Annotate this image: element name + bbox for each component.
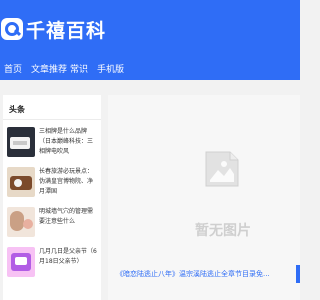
news-title[interactable]: 三相牌是什么品牌（日本巅峰科技：三相牌电吹风 — [39, 127, 97, 157]
list-item[interactable]: 明城墙气穴的管理需要注意些什么 — [7, 207, 99, 241]
list-item[interactable]: 长春旅游必玩景点：伪满皇宫博物院、净月潭国 — [7, 167, 99, 201]
list-item[interactable]: 三相牌是什么品牌（日本巅峰科技：三相牌电吹风 — [7, 127, 99, 161]
nav-bar: 首页 文章推荐 常识 手机版 — [0, 60, 300, 80]
header: 千禧百科 — [0, 0, 300, 60]
nav-item-home[interactable]: 首页 — [4, 60, 22, 80]
news-title[interactable]: 几月几日是父亲节（6月18日父亲节） — [39, 247, 97, 277]
caption-link[interactable]: 《暗恋陆逃止八年》温宗溪陆逃止全章节目录免... — [116, 265, 286, 283]
list-item[interactable]: 几月几日是父亲节（6月18日父亲节） — [7, 247, 99, 281]
nav-item-recommended[interactable]: 文章推荐 — [31, 60, 67, 80]
news-thumbnail[interactable] — [7, 167, 35, 197]
featured-panel: 暂无图片 《暗恋陆逃止八年》温宗溪陆逃止全章节目录免... — [108, 95, 300, 300]
news-thumbnail[interactable] — [7, 127, 35, 157]
scrollbar-handle[interactable] — [296, 265, 300, 283]
headlines-panel: 头条 三相牌是什么品牌（日本巅峰科技：三相牌电吹风 长春旅游必玩景点：伪满皇宫博… — [3, 95, 101, 300]
caption-bar[interactable]: 《暗恋陆逃止八年》温宗溪陆逃止全章节目录免... — [108, 265, 300, 283]
news-thumbnail[interactable] — [7, 207, 35, 237]
news-thumbnail[interactable] — [7, 247, 35, 277]
news-title[interactable]: 明城墙气穴的管理需要注意些什么 — [39, 207, 97, 237]
panel-title: 头条 — [9, 105, 25, 114]
logo-q-icon — [1, 18, 23, 40]
site-name: 千禧百科 — [26, 19, 107, 42]
no-image-label: 暂无图片 — [195, 223, 251, 239]
site-logo[interactable]: 千禧百科 — [1, 12, 106, 46]
nav-item-mobile[interactable]: 手机版 — [97, 60, 124, 80]
image-icon — [205, 151, 239, 187]
news-title[interactable]: 长春旅游必玩景点：伪满皇宫博物院、净月潭国 — [39, 167, 97, 197]
nav-item-common-sense[interactable]: 常识 — [70, 60, 88, 80]
divider — [3, 119, 101, 120]
